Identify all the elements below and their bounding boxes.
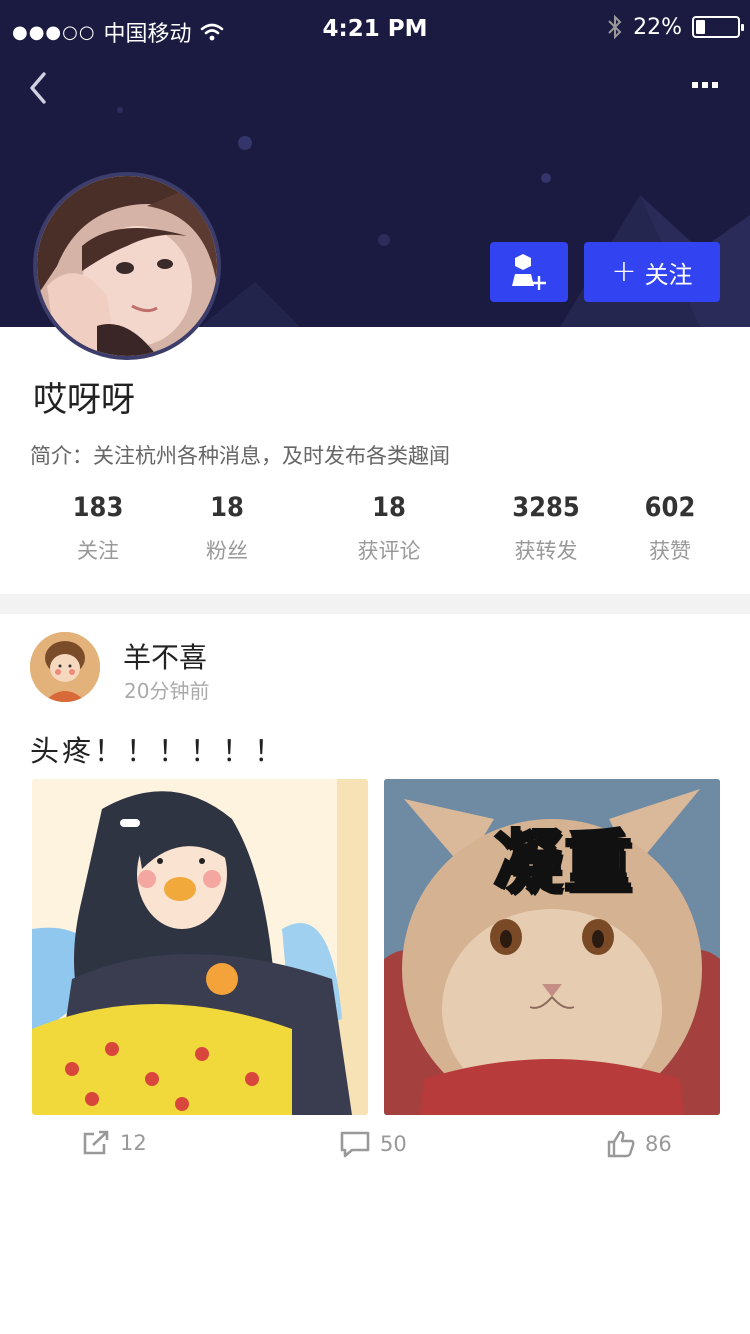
thumbs-up-icon bbox=[607, 1130, 635, 1158]
plus-icon: + bbox=[611, 254, 637, 289]
author-avatar-illustration bbox=[30, 632, 100, 702]
chevron-left-icon bbox=[30, 72, 46, 104]
stat-label: 获转发 bbox=[514, 539, 578, 563]
stat-label: 获评论 bbox=[357, 539, 421, 563]
stat-value: 3285 bbox=[512, 492, 580, 523]
like-count: 86 bbox=[645, 1132, 672, 1156]
stat-following[interactable]: 183 关注 bbox=[33, 492, 163, 565]
add-friend-button[interactable] bbox=[490, 242, 568, 302]
post-actions: 12 50 86 bbox=[0, 1130, 750, 1164]
stat-value: 183 bbox=[72, 492, 124, 523]
follow-button[interactable]: + 关注 bbox=[584, 242, 720, 302]
section-divider bbox=[0, 594, 750, 614]
share-icon bbox=[83, 1130, 109, 1155]
comment-icon bbox=[340, 1131, 370, 1158]
share-button[interactable]: 12 bbox=[82, 1130, 147, 1156]
profile-name: 哎呀呀 bbox=[33, 380, 135, 420]
profile-avatar[interactable] bbox=[33, 172, 221, 360]
status-bar: ●●●○○ 中国移动 4:21 PM 22% bbox=[0, 0, 750, 62]
like-button[interactable]: 86 bbox=[607, 1130, 672, 1158]
ellipsis-icon bbox=[692, 82, 718, 88]
post-timestamp: 20分钟前 bbox=[124, 679, 210, 703]
profile-bio: 简介：关注杭州各种消息，及时发布各类趣闻 bbox=[30, 444, 450, 468]
post-image-2[interactable]: 凝重 bbox=[384, 779, 720, 1115]
stat-label: 关注 bbox=[77, 539, 119, 563]
more-options-button[interactable] bbox=[690, 76, 720, 96]
stat-value: 602 bbox=[644, 492, 696, 523]
share-count: 12 bbox=[120, 1131, 147, 1155]
stat-label: 获赞 bbox=[649, 539, 691, 563]
stat-likes[interactable]: 602 获赞 bbox=[605, 492, 735, 565]
follow-button-label: 关注 bbox=[644, 260, 693, 289]
profile-stats: 183 关注 18 粉丝 18 获评论 3285 获转发 602 获赞 bbox=[0, 492, 750, 572]
stat-value: 18 bbox=[210, 492, 244, 523]
post-author-avatar[interactable] bbox=[30, 632, 100, 702]
post-author-name[interactable]: 羊不喜 bbox=[123, 636, 207, 676]
bluetooth-icon bbox=[608, 14, 622, 40]
stat-value: 18 bbox=[372, 492, 406, 523]
stat-comments[interactable]: 18 获评论 bbox=[324, 492, 454, 565]
battery-fill bbox=[696, 20, 705, 34]
image-caption: 凝重 bbox=[492, 823, 635, 905]
battery-percent: 22% bbox=[633, 14, 682, 40]
comment-count: 50 bbox=[380, 1132, 407, 1156]
comment-button[interactable]: 50 bbox=[340, 1130, 407, 1158]
post-image-1[interactable] bbox=[32, 779, 368, 1115]
stat-shares[interactable]: 3285 获转发 bbox=[481, 492, 611, 565]
back-button[interactable] bbox=[22, 68, 58, 108]
avatar-illustration bbox=[37, 176, 217, 356]
stat-label: 粉丝 bbox=[206, 539, 248, 563]
stat-fans[interactable]: 18 粉丝 bbox=[162, 492, 292, 565]
battery-icon bbox=[692, 16, 744, 38]
add-user-icon bbox=[512, 254, 546, 290]
girl-illustration-image bbox=[32, 779, 368, 1115]
post-text: 头疼！！！！！！ bbox=[30, 734, 287, 768]
